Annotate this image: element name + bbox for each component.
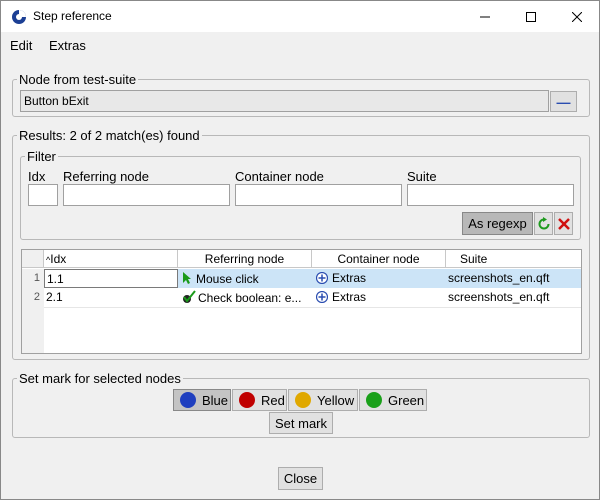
check-boolean-icon bbox=[183, 290, 196, 303]
mouse-click-icon bbox=[183, 272, 191, 284]
minimize-button[interactable] bbox=[462, 1, 508, 32]
filter-container-label: Container node bbox=[235, 169, 324, 184]
menu-edit[interactable]: Edit bbox=[10, 38, 32, 53]
set-mark-button[interactable]: Set mark bbox=[269, 412, 333, 434]
table-cell-container[interactable]: Extras bbox=[316, 288, 446, 307]
title-bar: Step reference bbox=[1, 1, 599, 32]
filter-legend: Filter bbox=[25, 149, 58, 164]
remove-node-button[interactable]: — bbox=[550, 91, 577, 112]
blue-dot-icon bbox=[180, 392, 196, 408]
filter-suite-input[interactable] bbox=[407, 184, 574, 206]
close-icon bbox=[572, 11, 582, 22]
column-header-referring[interactable]: Referring node bbox=[178, 250, 312, 268]
refresh-button[interactable] bbox=[534, 212, 553, 235]
mark-blue-button[interactable]: Blue bbox=[173, 389, 231, 411]
marks-legend: Set mark for selected nodes bbox=[17, 371, 183, 386]
close-window-button[interactable] bbox=[554, 1, 600, 32]
column-header-idx[interactable]: ^Idx bbox=[44, 250, 178, 268]
table-cell-suite[interactable]: screenshots_en.qft bbox=[448, 288, 581, 307]
procedure-icon bbox=[316, 271, 329, 285]
clear-icon bbox=[557, 217, 570, 230]
close-button[interactable]: Close bbox=[278, 467, 323, 490]
procedure-icon bbox=[316, 290, 329, 304]
filter-suite-label: Suite bbox=[407, 169, 437, 184]
mark-red-button[interactable]: Red bbox=[232, 389, 287, 411]
filter-idx-input[interactable] bbox=[28, 184, 58, 206]
menu-bar: Edit Extras bbox=[1, 33, 599, 57]
mark-yellow-button[interactable]: Yellow bbox=[288, 389, 358, 411]
window-title: Step reference bbox=[33, 9, 112, 23]
table-cell-referring[interactable]: Check boolean: e... bbox=[182, 288, 312, 307]
maximize-button[interactable] bbox=[508, 1, 554, 32]
app-icon bbox=[11, 9, 27, 25]
filter-referring-input[interactable] bbox=[63, 184, 230, 206]
results-legend: Results: 2 of 2 match(es) found bbox=[17, 128, 202, 143]
row-header-empty bbox=[22, 307, 44, 353]
node-field[interactable]: Button bExit bbox=[20, 90, 549, 112]
table-corner bbox=[22, 250, 44, 268]
row-divider bbox=[44, 307, 581, 308]
table-cell-suite[interactable]: screenshots_en.qft bbox=[448, 269, 581, 288]
clear-filter-button[interactable] bbox=[554, 212, 573, 235]
mark-green-button[interactable]: Green bbox=[359, 389, 427, 411]
minimize-icon bbox=[480, 16, 490, 17]
yellow-dot-icon bbox=[295, 392, 311, 408]
regexp-toggle-button[interactable]: As regexp bbox=[462, 212, 533, 235]
green-dot-icon bbox=[366, 392, 382, 408]
maximize-icon bbox=[526, 11, 536, 22]
table-cell-container[interactable]: Extras bbox=[316, 269, 446, 288]
filter-container-input[interactable] bbox=[235, 184, 402, 206]
table-cell-referring[interactable]: Mouse click bbox=[182, 269, 312, 288]
menu-extras[interactable]: Extras bbox=[49, 38, 86, 53]
table-cell-idx[interactable]: 2.1 bbox=[46, 288, 178, 307]
filter-referring-label: Referring node bbox=[63, 169, 149, 184]
red-dot-icon bbox=[239, 392, 255, 408]
row-number: 2 bbox=[22, 288, 44, 307]
results-table[interactable]: ^Idx Referring node Container node Suite… bbox=[21, 249, 582, 354]
dialog-window: Step reference Edit Extras Node from tes… bbox=[0, 0, 600, 500]
column-header-container[interactable]: Container node bbox=[312, 250, 446, 268]
row-number: 1 bbox=[22, 269, 44, 288]
minus-icon: — bbox=[556, 93, 571, 110]
column-header-suite[interactable]: Suite bbox=[446, 250, 581, 268]
table-cell-idx[interactable]: 1.1 bbox=[44, 269, 178, 288]
filter-idx-label: Idx bbox=[28, 169, 46, 184]
node-group-legend: Node from test-suite bbox=[17, 72, 139, 87]
refresh-icon bbox=[538, 216, 549, 229]
